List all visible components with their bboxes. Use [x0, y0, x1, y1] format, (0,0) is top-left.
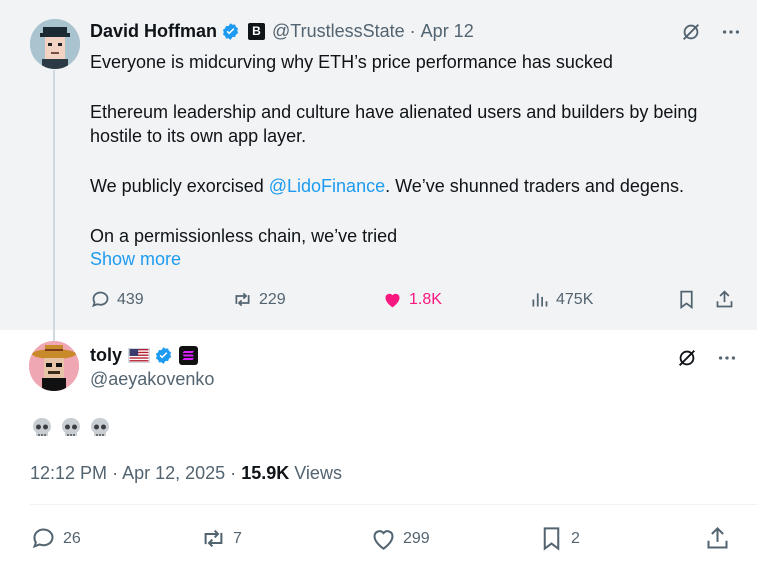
reply-count: 26 — [63, 529, 81, 547]
quoted-tweet-text: Everyone is midcurving why ETH’s price p… — [90, 50, 740, 248]
reply-icon — [92, 291, 109, 308]
thread-connector-line — [53, 70, 55, 342]
grok-icon[interactable] — [680, 21, 702, 43]
tweet-metadata: 12:12 PM · Apr 12, 2025 · 15.9K Views — [30, 463, 342, 483]
main-tweet-header: toly — [90, 343, 199, 367]
divider — [30, 504, 757, 505]
reply-icon — [32, 528, 54, 549]
skull-emoji — [62, 418, 80, 436]
tweet-text-line: Ethereum leadership and culture have ali… — [90, 102, 698, 146]
solana-badge-icon — [179, 345, 199, 365]
share-button[interactable] — [704, 525, 737, 552]
main-tweet-actions: 26 7 299 2 — [30, 525, 740, 555]
bookmark-button[interactable]: 2 — [538, 525, 580, 552]
show-more-link[interactable]: Show more — [90, 249, 181, 270]
more-icon[interactable] — [720, 21, 742, 43]
share-button[interactable] — [714, 289, 741, 310]
quoted-tweet[interactable]: David Hoffman B @TrustlessState · Apr 12… — [0, 0, 757, 330]
repost-count: 7 — [233, 529, 242, 547]
like-count: 299 — [403, 529, 430, 547]
toly-avatar[interactable] — [29, 341, 79, 391]
repost-icon — [204, 529, 223, 548]
reply-button[interactable]: 439 — [90, 289, 144, 310]
tweet-time[interactable]: 12:12 PM — [30, 463, 107, 483]
share-icon — [707, 526, 728, 549]
grok-icon[interactable] — [676, 347, 698, 369]
repost-count: 229 — [259, 290, 286, 308]
like-button[interactable]: 1.8K — [382, 289, 442, 310]
share-icon — [716, 290, 733, 308]
verified-badge-icon — [155, 346, 172, 364]
main-tweet-top-icons — [676, 347, 738, 369]
like-count: 1.8K — [409, 290, 442, 308]
heart-icon — [373, 530, 394, 550]
quoted-tweet-header: David Hoffman B @TrustlessState · Apr 12 — [90, 19, 474, 43]
like-button[interactable]: 299 — [370, 525, 430, 552]
author-name[interactable]: David Hoffman — [90, 21, 217, 42]
reply-count: 439 — [117, 290, 144, 308]
tweet-date[interactable]: Apr 12 — [421, 21, 474, 42]
repost-icon — [235, 292, 250, 307]
tweet-text-line: Everyone is midcurving why ETH’s price p… — [90, 52, 613, 72]
heart-icon — [385, 293, 400, 308]
views-count: 15.9K — [241, 463, 290, 483]
reply-button[interactable]: 26 — [30, 525, 81, 552]
tweet-text-line: On a permissionless chain, we’ve tried — [90, 226, 398, 246]
views-icon — [532, 293, 548, 307]
repost-button[interactable]: 229 — [232, 289, 286, 310]
mention-link[interactable]: @LidoFinance — [269, 176, 385, 196]
us-flag-icon — [128, 347, 151, 363]
bookmark-count: 2 — [571, 529, 580, 547]
bookmark-icon — [543, 527, 560, 551]
author-handle[interactable]: @TrustlessState — [272, 21, 405, 42]
david-hoffman-avatar[interactable] — [30, 19, 80, 69]
bookmark-button[interactable] — [676, 289, 703, 310]
quoted-tweet-actions: 439 229 1.8K 475K — [90, 289, 750, 313]
tweet-text-emojis — [30, 416, 112, 440]
repost-button[interactable]: 7 — [200, 525, 242, 552]
author-name[interactable]: toly — [90, 345, 122, 366]
bookmark-icon — [680, 290, 693, 310]
separator-dot: · — [409, 20, 416, 41]
views-label: Views — [294, 463, 342, 483]
author-handle[interactable]: @aeyakovenko — [90, 369, 214, 390]
quoted-tweet-top-icons — [680, 21, 742, 43]
views-count: 475K — [556, 290, 594, 308]
tweet-text-line: We publicly exorcised @LidoFinance. We’v… — [90, 176, 684, 196]
verified-badge-icon — [222, 22, 239, 40]
skull-emoji — [91, 418, 109, 436]
skull-emoji — [33, 418, 51, 436]
views-button[interactable]: 475K — [529, 289, 593, 310]
more-icon[interactable] — [716, 347, 738, 369]
affiliate-badge: B — [248, 22, 266, 40]
tweet-date[interactable]: Apr 12, 2025 — [122, 463, 225, 483]
